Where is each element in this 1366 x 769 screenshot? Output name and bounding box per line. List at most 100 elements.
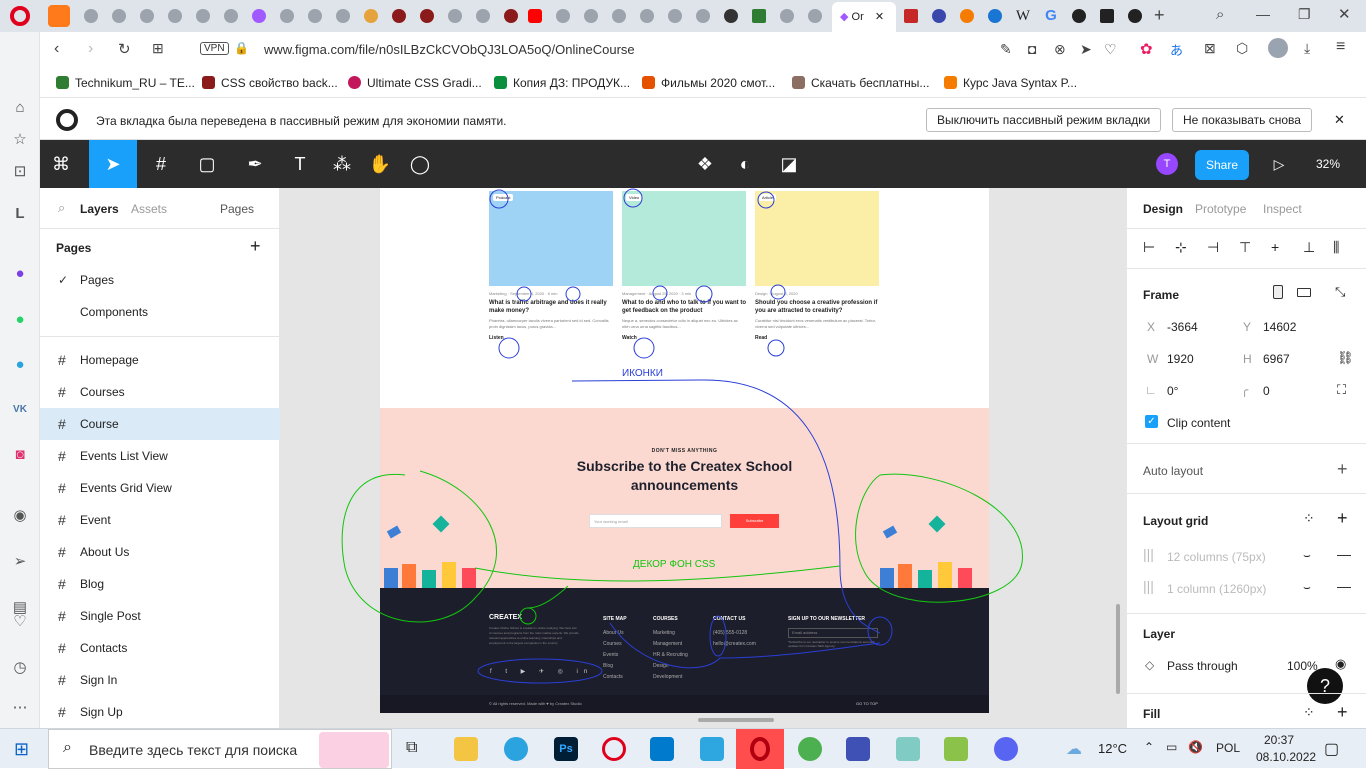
photoshop-icon[interactable]: Ps (554, 737, 578, 761)
tab-favicon[interactable] (220, 5, 242, 27)
tab-favicon[interactable] (748, 5, 770, 27)
component-icon[interactable]: ❖ (690, 152, 720, 176)
independent-corners-icon[interactable]: ⛶ (1337, 382, 1346, 398)
tab-favicon[interactable] (80, 5, 102, 27)
tab-favicon[interactable] (1096, 5, 1118, 27)
grid-styles-icon[interactable]: ⁘ (1303, 510, 1315, 527)
tab-favicon[interactable] (608, 5, 630, 27)
share-button[interactable]: Share (1195, 150, 1249, 180)
eye-icon[interactable]: ◉ (1335, 656, 1346, 672)
align-right-icon[interactable]: ⊣ (1207, 239, 1219, 256)
hand-tool-icon[interactable]: ✋ (365, 152, 395, 176)
bookmark-item[interactable]: Technikum_RU – TE... (56, 76, 195, 90)
share-arrow-icon[interactable]: ➤ (1080, 41, 1092, 58)
disable-passive-mode-button[interactable]: Выключить пассивный режим вкладки (926, 108, 1162, 132)
frame-layer[interactable]: # Events Grid View (40, 472, 280, 504)
tab-favicon[interactable] (956, 5, 978, 27)
tab-favicon[interactable] (500, 5, 522, 27)
task-view-icon[interactable]: ⧉ (406, 739, 417, 757)
whatsapp-icon[interactable]: ● (10, 310, 30, 330)
tab-favicon[interactable] (332, 5, 354, 27)
tab-favicon[interactable] (472, 5, 494, 27)
eye-hidden-icon[interactable]: ⌣ (1303, 548, 1311, 563)
pages-dropdown[interactable]: Pages (220, 202, 254, 216)
resources-icon[interactable]: ⁂ (327, 152, 357, 176)
forward-icon[interactable]: › (88, 40, 93, 58)
tab-favicon[interactable] (248, 5, 270, 27)
w-field[interactable]: 1920 (1167, 352, 1194, 366)
maximize-icon[interactable]: ❐ (1298, 6, 1311, 23)
remove-grid-icon[interactable]: — (1337, 546, 1351, 562)
telegram-taskbar-icon[interactable] (504, 737, 528, 761)
speed-dial-icon[interactable]: ⌂ (10, 98, 30, 118)
youtube-tab-icon[interactable] (524, 5, 546, 27)
volume-muted-icon[interactable]: 🔇 (1188, 740, 1203, 754)
tab-favicon[interactable] (692, 5, 714, 27)
heart-icon[interactable]: ♡ (1104, 41, 1117, 58)
align-top-icon[interactable]: ⊤ (1239, 239, 1251, 256)
tab-favicon[interactable] (48, 5, 70, 27)
tab-favicon[interactable] (984, 5, 1006, 27)
file-explorer-icon[interactable] (454, 737, 478, 761)
clip-content-checkbox[interactable]: ✓ (1145, 415, 1158, 428)
heart-icon[interactable]: ♡ (10, 612, 30, 632)
grid1-label[interactable]: 12 columns (75px) (1167, 550, 1266, 564)
tab-favicon[interactable] (664, 5, 686, 27)
tab-favicon[interactable] (1124, 5, 1146, 27)
tab-close-icon[interactable]: ✕ (875, 11, 884, 23)
github-tab-icon[interactable] (1068, 5, 1090, 27)
more-icon[interactable]: ⋯ (10, 698, 30, 718)
app-icon[interactable] (846, 737, 870, 761)
tab-favicon[interactable] (720, 5, 742, 27)
mask-icon[interactable]: ◐ (730, 152, 760, 176)
lock-icon[interactable]: 🔒 (234, 41, 249, 55)
frame-layer[interactable]: # Contacts (40, 632, 280, 664)
grid-columns-icon[interactable]: ||| (1143, 546, 1154, 562)
download-icon[interactable]: ⤓ (1304, 40, 1310, 57)
add-fill-icon[interactable]: + (1337, 702, 1348, 723)
boolean-icon[interactable]: ◪ (774, 152, 804, 176)
chrome-icon[interactable] (798, 737, 822, 761)
dont-show-again-button[interactable]: Не показывать снова (1172, 108, 1312, 132)
tab-favicon[interactable] (580, 5, 602, 27)
block-icon[interactable]: ⊗ (1054, 41, 1066, 58)
grid2-label[interactable]: 1 column (1260px) (1167, 582, 1266, 596)
bookmark-item[interactable]: Ultimate CSS Gradi... (348, 76, 482, 90)
vpn-badge[interactable]: VPN (200, 42, 229, 55)
resize-to-fit-icon[interactable]: ⤡ (1335, 284, 1345, 300)
edit-icon[interactable]: ✎ (1000, 41, 1012, 58)
figma-menu-icon[interactable]: ⌘ (46, 152, 76, 176)
figma-canvas[interactable]: Podcast Marketing · September 4, 2020 · … (280, 188, 1126, 728)
minimize-icon[interactable]: — (1256, 6, 1270, 22)
align-vcenter-icon[interactable]: + (1271, 239, 1279, 255)
figma-ext-icon[interactable]: ⊠ (1204, 40, 1216, 57)
search-tabs-icon[interactable]: ⌕ (1216, 6, 1224, 23)
rectangle-tool-icon[interactable]: ▢ (192, 152, 222, 176)
frame-title[interactable]: Frame (1143, 288, 1179, 302)
eye-hidden-icon[interactable]: ⌣ (1303, 580, 1311, 595)
vertical-scrollbar[interactable] (1116, 604, 1120, 694)
frame-layer[interactable]: # Sign Up (40, 696, 280, 728)
url-field[interactable]: www.figma.com/file/n0sILBzCkCVObQJ3LOA5o… (264, 42, 635, 57)
frame-layer-selected[interactable]: # Course (40, 408, 280, 440)
tab-layers[interactable]: Layers (80, 202, 119, 216)
tab-favicon[interactable] (388, 5, 410, 27)
windows-start-icon[interactable]: ⊞ (14, 739, 29, 760)
constrain-proportions-icon[interactable]: ⛓ (1337, 350, 1354, 366)
discord-icon[interactable] (994, 737, 1018, 761)
bookmark-item[interactable]: Скачать бесплатны... (792, 76, 929, 90)
frame-layer[interactable]: # Event (40, 504, 280, 536)
h-field[interactable]: 6967 (1263, 352, 1290, 366)
frame-tool-icon[interactable]: # (146, 152, 176, 176)
rotation-field[interactable]: 0° (1167, 384, 1178, 398)
cube-icon[interactable]: ⬡ (1236, 40, 1248, 57)
l-app-icon[interactable]: L (10, 204, 30, 224)
google-tab-icon[interactable]: G (1040, 5, 1062, 27)
close-notice-icon[interactable]: ✕ (1334, 112, 1345, 128)
bookmarks-star-icon[interactable]: ☆ (10, 130, 30, 150)
y-field[interactable]: 14602 (1263, 320, 1296, 334)
opera-gx-icon[interactable] (602, 737, 626, 761)
horizontal-scrollbar[interactable] (698, 718, 774, 722)
app-icon[interactable] (896, 737, 920, 761)
reload-icon[interactable]: ↻ (118, 40, 131, 58)
